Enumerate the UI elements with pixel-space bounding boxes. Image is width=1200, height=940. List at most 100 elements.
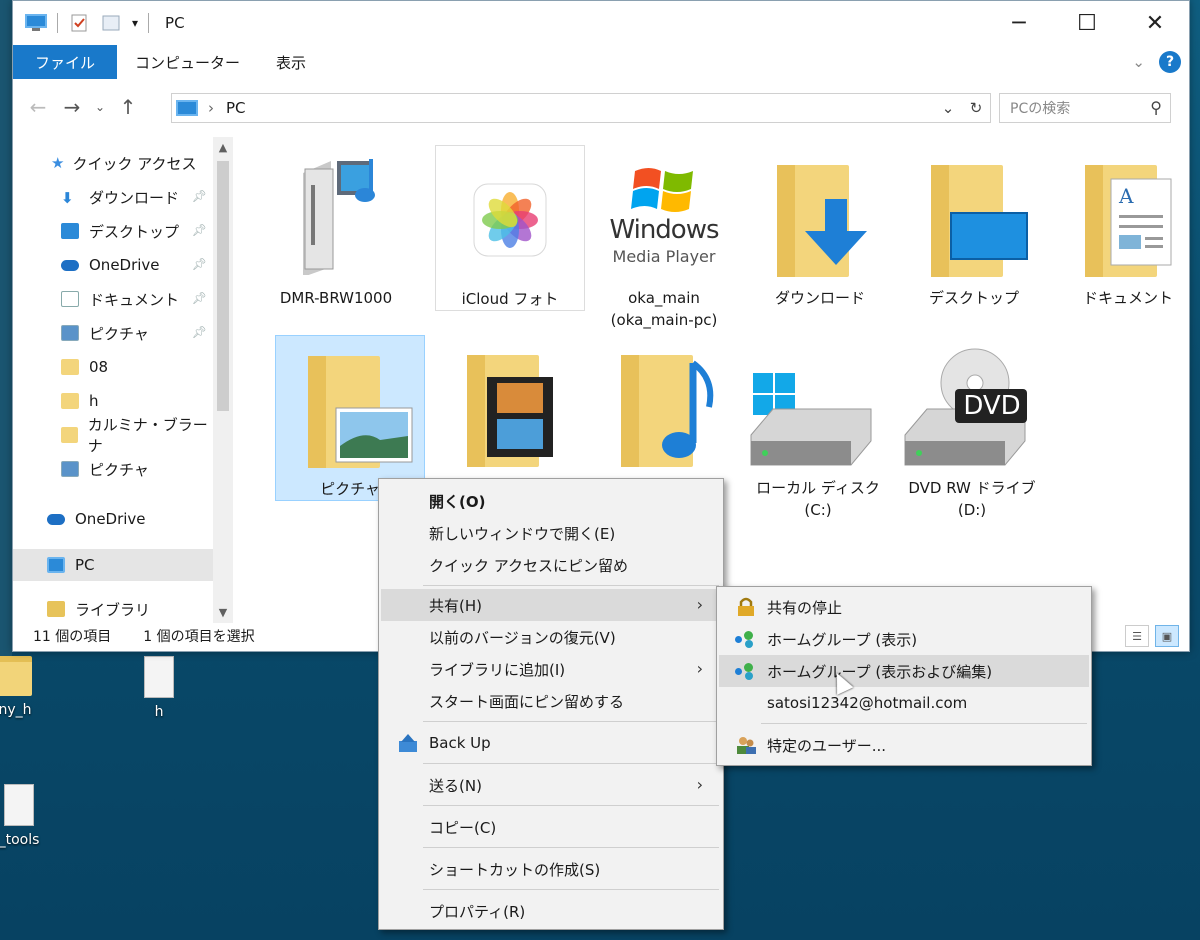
customize-qat-icon[interactable]: ▾: [132, 16, 138, 30]
menu-item-back-up[interactable]: Back Up: [381, 727, 721, 759]
menu-item-share[interactable]: 共有(H) ›: [381, 589, 721, 621]
desktop-icon-ny-h[interactable]: ny_h: [0, 656, 60, 718]
scroll-down-icon[interactable]: ▼: [213, 606, 233, 619]
pictures-icon: [61, 461, 79, 477]
desktop-icon-h[interactable]: h: [114, 656, 204, 720]
sidebar-item-onedrive[interactable]: OneDrive 📌︎: [13, 249, 213, 281]
pin-icon: 📌︎: [191, 189, 207, 203]
maximize-button[interactable]: ☐: [1053, 1, 1121, 45]
pc-icon: [176, 100, 198, 116]
menu-item-copy[interactable]: コピー(C): [381, 811, 721, 843]
title-bar[interactable]: ▾ PC ─ ☐ ✕: [13, 1, 1189, 45]
minimize-button[interactable]: ─: [985, 1, 1053, 45]
users-icon: [737, 737, 756, 754]
desktop-icon-tools[interactable]: _tools: [0, 784, 64, 848]
details-view-icon[interactable]: ☰: [1125, 625, 1149, 647]
film-strip-icon: [487, 377, 553, 457]
menu-item-pin-quick-access[interactable]: クイック アクセスにピン留め: [381, 549, 721, 581]
navigation-pane: ★ クイック アクセス ⬇ ダウンロード 📌︎ デスクトップ 📌︎ OneDri…: [13, 137, 231, 623]
item-dmr-brw1000[interactable]: DMR-BRW1000: [261, 145, 411, 311]
submenu-item-specific-people[interactable]: 特定のユーザー...: [719, 729, 1089, 761]
sidebar-item-h[interactable]: h: [13, 385, 213, 417]
submenu-item-homegroup-view-edit[interactable]: ホームグループ (表示および編集): [719, 655, 1089, 687]
search-input[interactable]: PCの検索 ⚲: [999, 93, 1171, 123]
submenu-item-user-email[interactable]: satosi12342@hotmail.com: [719, 687, 1089, 719]
sidebar-item-documents[interactable]: ドキュメント 📌︎: [13, 283, 213, 315]
tab-computer[interactable]: コンピューター: [117, 45, 258, 79]
sidebar-item-onedrive-root[interactable]: OneDrive: [13, 503, 213, 535]
close-button[interactable]: ✕: [1121, 1, 1189, 45]
quick-access-toolbar: ▾ PC: [13, 13, 185, 33]
desktop-icon-label: ny_h: [0, 702, 32, 718]
item-videos[interactable]: [435, 335, 585, 501]
menu-item-label: スタート画面にピン留めする: [429, 692, 625, 711]
help-icon[interactable]: ?: [1159, 51, 1181, 73]
menu-item-create-shortcut[interactable]: ショートカットの作成(S): [381, 853, 721, 885]
menu-item-open[interactable]: 開く(O): [381, 485, 721, 517]
cloud-icon: [61, 259, 79, 271]
menu-item-send-to[interactable]: 送る(N) ›: [381, 769, 721, 801]
download-icon: ⬇: [61, 189, 74, 207]
new-folder-icon[interactable]: [100, 14, 122, 32]
menu-item-label: 送る(N): [429, 776, 482, 795]
desktop-icon-label: _tools: [0, 832, 40, 848]
back-arrow-icon[interactable]: ←: [21, 95, 55, 119]
address-bar[interactable]: › PC ⌄ ↻: [171, 93, 991, 123]
item-label-line1: DVD RW ドライブ: [908, 479, 1036, 497]
sidebar-item-label: OneDrive: [89, 256, 160, 274]
item-oka-main[interactable]: Windows Media Player oka_main (oka_main-…: [589, 145, 739, 329]
menu-item-label: プロパティ(R): [429, 902, 526, 921]
menu-item-pin-start[interactable]: スタート画面にピン留めする: [381, 685, 721, 717]
address-dropdown-icon[interactable]: ⌄: [934, 99, 962, 117]
submenu-arrow-icon: ›: [696, 775, 703, 794]
item-desktop[interactable]: デスクトップ: [899, 145, 1049, 311]
sidebar-item-label: ライブラリ: [75, 600, 151, 619]
sidebar-item-downloads[interactable]: ⬇ ダウンロード 📌︎: [13, 181, 213, 213]
submenu-item-homegroup-view[interactable]: ホームグループ (表示): [719, 623, 1089, 655]
item-pictures[interactable]: ピクチャ: [275, 335, 425, 501]
up-arrow-icon[interactable]: ↑: [111, 95, 145, 119]
item-local-disk-c[interactable]: ローカル ディスク (C:): [743, 335, 893, 519]
properties-icon[interactable]: [68, 14, 90, 32]
scrollbar-thumb[interactable]: [217, 161, 229, 411]
item-label: デスクトップ: [928, 289, 1019, 307]
refresh-icon[interactable]: ↻: [962, 99, 990, 117]
submenu-item-stop-sharing[interactable]: 共有の停止: [719, 591, 1089, 623]
menu-item-open-new-window[interactable]: 新しいウィンドウで開く(E): [381, 517, 721, 549]
window-controls: ─ ☐ ✕: [985, 1, 1189, 45]
sidebar-item-carmina-burana[interactable]: カルミナ・ブラーナ: [13, 416, 213, 455]
recent-locations-icon[interactable]: ⌄: [89, 100, 111, 114]
expand-ribbon-icon[interactable]: ⌄: [1132, 53, 1145, 71]
navigation-scrollbar[interactable]: ▲ ▼: [213, 137, 233, 623]
tab-file[interactable]: ファイル: [13, 45, 118, 79]
menu-item-label: 新しいウィンドウで開く(E): [429, 524, 616, 543]
toolbar-separator: [57, 13, 58, 33]
sidebar-item-libraries[interactable]: ライブラリ: [13, 595, 213, 623]
sidebar-item-quick-access[interactable]: ★ クイック アクセス: [13, 147, 213, 179]
share-submenu: 共有の停止 ホームグループ (表示) ホームグループ (表示および編集) sat…: [716, 586, 1092, 766]
breadcrumb-chevron-icon[interactable]: ›: [208, 99, 214, 117]
sidebar-item-desktop[interactable]: デスクトップ 📌︎: [13, 215, 213, 247]
sidebar-item-label: PC: [75, 556, 95, 574]
tab-view[interactable]: 表示: [258, 45, 324, 79]
menu-item-label: ホームグループ (表示および編集): [767, 662, 993, 681]
menu-item-add-to-library[interactable]: ライブラリに追加(I) ›: [381, 653, 721, 685]
sidebar-item-pictures[interactable]: ピクチャ 📌︎: [13, 317, 213, 349]
menu-item-properties[interactable]: プロパティ(R): [381, 895, 721, 927]
menu-item-label: ライブラリに追加(I): [429, 660, 566, 679]
sidebar-item-pc[interactable]: PC: [13, 549, 213, 581]
item-icloud-photos[interactable]: iCloud フォト: [435, 145, 585, 311]
item-documents[interactable]: A ドキュメント: [1053, 145, 1200, 311]
forward-arrow-icon[interactable]: →: [55, 95, 89, 119]
menu-item-label: クイック アクセスにピン留め: [429, 556, 629, 575]
sidebar-item-pictures-2[interactable]: ピクチャ: [13, 453, 213, 485]
scroll-up-icon[interactable]: ▲: [213, 141, 233, 154]
sidebar-item-08[interactable]: 08: [13, 351, 213, 383]
item-music[interactable]: [589, 335, 739, 501]
breadcrumb-pc[interactable]: PC: [226, 99, 246, 117]
menu-item-restore-versions[interactable]: 以前のバージョンの復元(V): [381, 621, 721, 653]
item-downloads[interactable]: ダウンロード: [745, 145, 895, 311]
desktop-icon: [61, 223, 79, 239]
large-icons-view-icon[interactable]: ▣: [1155, 625, 1179, 647]
item-dvd-drive[interactable]: DVD DVD RW ドライブ (D:): [897, 335, 1047, 519]
